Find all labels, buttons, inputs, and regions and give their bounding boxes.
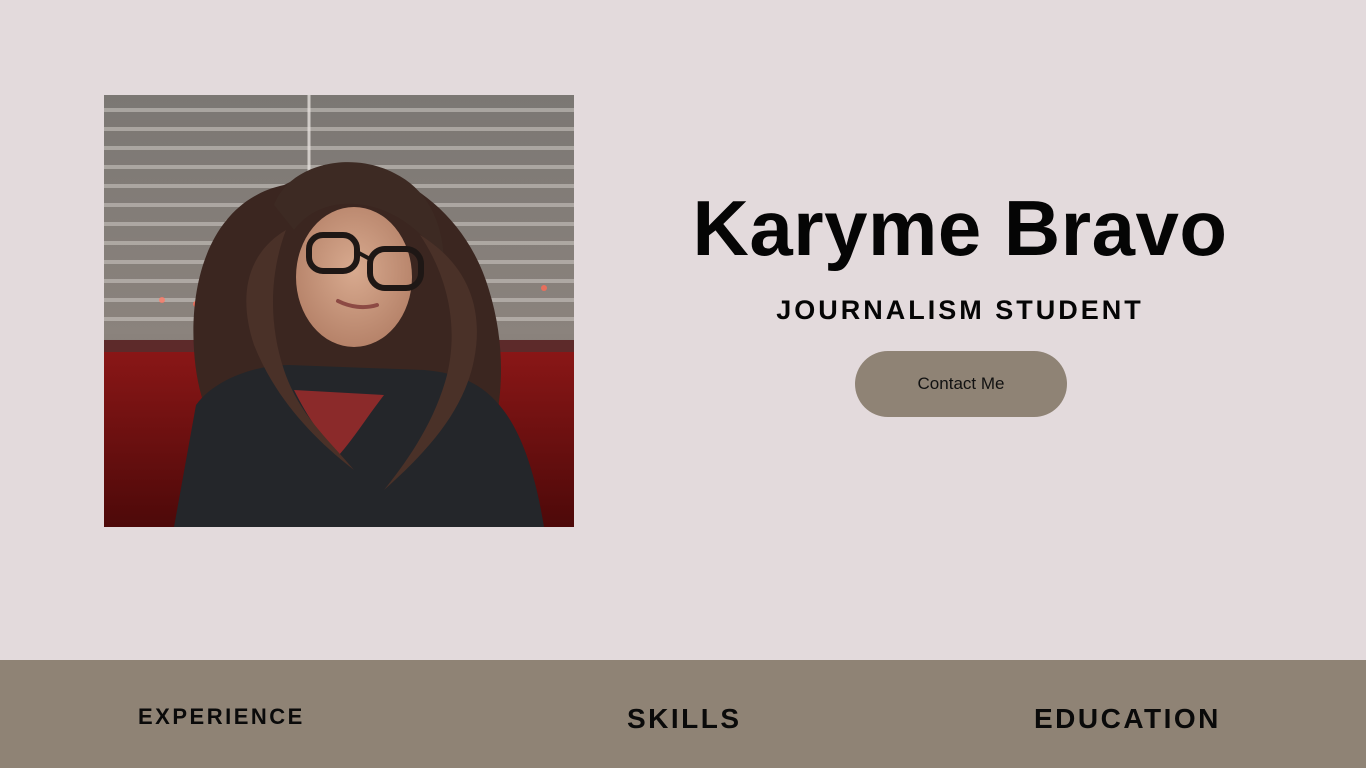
profile-name: Karyme Bravo	[692, 184, 1228, 272]
hero-section: Karyme Bravo JOURNALISM STUDENT	[640, 180, 1280, 326]
profile-photo	[104, 95, 574, 527]
experience-link[interactable]: EXPERIENCE	[138, 704, 305, 730]
bottom-navigation: EXPERIENCE SKILLS EDUCATION	[0, 660, 1366, 768]
education-link[interactable]: EDUCATION	[1034, 703, 1221, 735]
portrait-photo	[104, 95, 574, 527]
profile-role: JOURNALISM STUDENT	[776, 295, 1144, 325]
skills-link[interactable]: SKILLS	[627, 703, 742, 735]
contact-me-button[interactable]: Contact Me	[855, 351, 1067, 417]
